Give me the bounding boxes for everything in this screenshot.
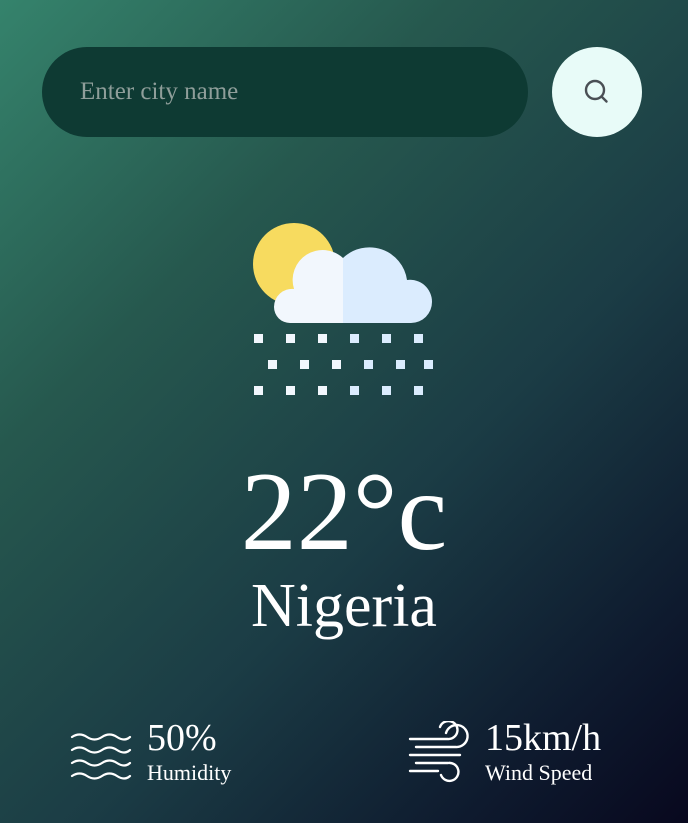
humidity-label: Humidity	[147, 760, 232, 785]
humidity-value: 50%	[147, 717, 217, 759]
wind-icon	[408, 721, 469, 783]
weather-card: 22°c Nigeria 50% Humidity	[0, 0, 688, 823]
search-bar	[42, 47, 642, 137]
wind-detail: 15km/h Wind Speed	[408, 712, 601, 792]
wind-speed-value: 15km/h	[485, 717, 602, 759]
sun-cloud-snow-icon	[253, 223, 433, 395]
temperature: 22°c	[240, 450, 448, 574]
humidity-waves-icon	[70, 733, 132, 780]
humidity-detail: 50% Humidity	[70, 712, 231, 792]
search-button[interactable]	[552, 47, 642, 137]
search-icon	[584, 79, 608, 103]
wind-speed-label: Wind Speed	[485, 760, 593, 785]
city-name: Nigeria	[251, 572, 437, 640]
city-search-input[interactable]	[42, 47, 528, 137]
